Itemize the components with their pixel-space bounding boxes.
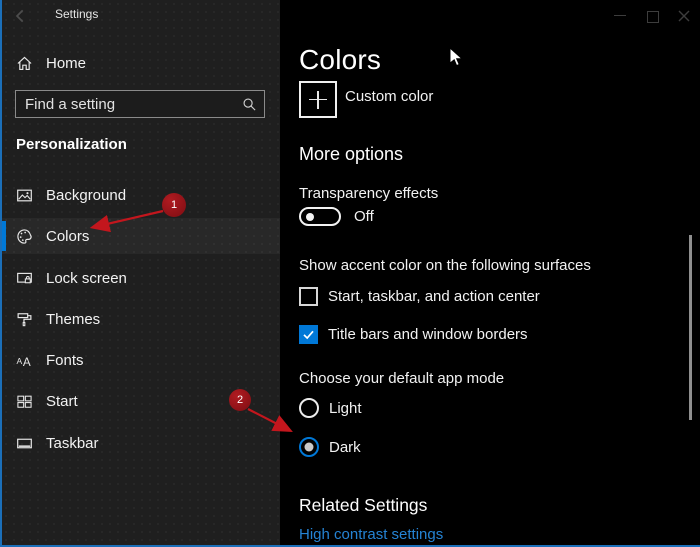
sidebar-item-start[interactable]: Start [2,383,280,419]
custom-color-button[interactable] [299,81,337,118]
radio-unselected-icon[interactable] [299,398,319,418]
sidebar-item-fonts[interactable]: AA Fonts [2,342,280,378]
section-header: Personalization [16,136,127,153]
sidebar-item-label: Background [46,187,126,204]
sidebar-item-label: Taskbar [46,435,99,452]
maximize-button[interactable] [644,8,660,24]
back-arrow-icon [12,7,30,25]
sidebar-item-label: Fonts [46,352,84,369]
taskbar-icon [16,435,33,452]
sidebar-item-label: Home [46,55,86,72]
transparency-toggle[interactable] [299,207,341,226]
radio-row-light[interactable]: Light [299,398,362,418]
checkbox-checked-icon[interactable] [299,325,318,344]
radio-row-dark[interactable]: Dark [299,437,361,457]
checkbox-row-title-bars[interactable]: Title bars and window borders [299,325,528,344]
custom-color-label: Custom color [345,88,433,105]
sidebar-item-home[interactable]: Home [2,45,280,81]
window-controls [612,8,692,24]
radio-label: Dark [329,439,361,456]
transparency-label: Transparency effects [299,185,438,202]
checkbox-unchecked-icon[interactable] [299,287,318,306]
selected-accent-bar [2,221,6,251]
sidebar-item-label: Colors [46,228,89,245]
plus-icon [309,91,327,109]
svg-text:A: A [23,355,31,368]
main-panel: Colors Custom color More options Transpa… [280,0,700,545]
sidebar-item-themes[interactable]: Themes [2,301,280,337]
radio-selected-icon[interactable] [299,437,319,457]
sidebar-item-colors[interactable]: Colors [2,218,280,254]
more-options-heading: More options [299,144,403,165]
scrollbar-thumb[interactable] [689,235,692,420]
fonts-icon: AA [16,352,33,369]
page-title: Colors [299,44,381,76]
radio-label: Light [329,400,362,417]
lock-screen-icon [16,270,33,287]
settings-window: Settings Home Personalization Background [0,0,700,547]
search-box [15,90,265,118]
start-icon [16,393,33,410]
close-icon [676,8,692,24]
sidebar-item-label: Start [46,393,78,410]
palette-icon [16,228,33,245]
minimize-button[interactable] [612,8,628,24]
transparency-state: Off [354,208,374,225]
svg-text:A: A [17,356,23,366]
window-title: Settings [55,7,98,21]
sidebar-item-background[interactable]: Background [2,177,280,213]
sidebar-item-lock-screen[interactable]: Lock screen [2,260,280,296]
toggle-knob-icon [306,213,314,221]
app-mode-label: Choose your default app mode [299,370,504,387]
close-button[interactable] [676,8,692,24]
home-icon [16,55,33,72]
themes-icon [16,311,33,328]
high-contrast-settings-link[interactable]: High contrast settings [299,526,443,543]
titlebar: Settings [2,0,280,32]
sidebar-item-taskbar[interactable]: Taskbar [2,425,280,461]
related-settings-heading: Related Settings [299,495,427,516]
back-button[interactable] [12,7,30,25]
sidebar: Settings Home Personalization Background [2,0,280,545]
search-input[interactable] [16,91,264,117]
sidebar-item-label: Lock screen [46,270,127,287]
checkbox-label: Title bars and window borders [328,326,528,343]
sidebar-item-label: Themes [46,311,100,328]
accent-surfaces-label: Show accent color on the following surfa… [299,257,591,274]
checkbox-row-start-taskbar[interactable]: Start, taskbar, and action center [299,287,540,306]
search-icon[interactable] [242,97,257,112]
image-icon [16,187,33,204]
checkbox-label: Start, taskbar, and action center [328,288,540,305]
